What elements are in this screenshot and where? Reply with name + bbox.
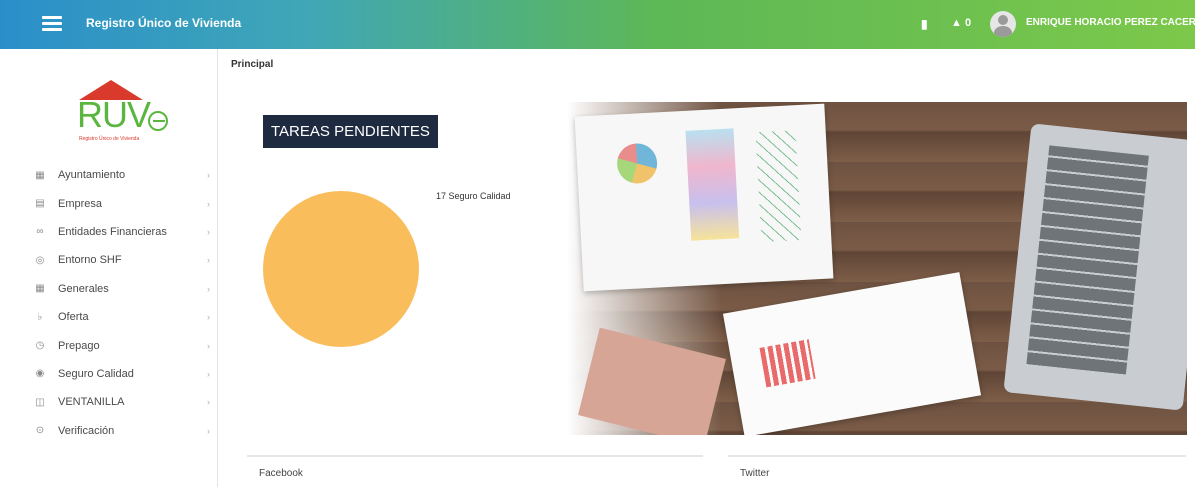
alerts-indicator[interactable]: ▲ 0 [951, 17, 971, 29]
sidebar-item-label: Entorno SHF [58, 254, 122, 267]
facebook-card-title: Facebook [259, 468, 303, 479]
pending-tasks-button[interactable]: TAREAS PENDIENTES [263, 115, 438, 148]
user-name[interactable]: ENRIQUE HORACIO PEREZ CACERES [1026, 17, 1195, 28]
user-avatar[interactable] [990, 11, 1016, 37]
chevron-right-icon: › [207, 170, 210, 181]
sidebar-item-label: Generales [58, 282, 109, 295]
sidebar-item-label: Verificación [58, 424, 115, 437]
sidebar-item-generales[interactable]: ▦ Generales › [0, 275, 218, 303]
ruv-logo[interactable]: RUV Registro Único de Vivienda [75, 80, 185, 150]
pie-legend-label: 17 Seguro Calidad [436, 191, 511, 201]
laptop-image [1003, 123, 1187, 411]
notification-bell-icon[interactable]: ▮ [921, 17, 933, 31]
twitter-card: Twitter [728, 455, 1186, 487]
chevron-right-icon: › [207, 198, 210, 209]
window-icon: ◫ [35, 396, 45, 408]
chevron-right-icon: › [207, 226, 210, 237]
sidebar-item-prepago[interactable]: ◷ Prepago › [0, 331, 218, 359]
sidebar-item-label: Empresa [58, 197, 103, 210]
sidebar-item-ventanilla[interactable]: ◫ VENTANILLA › [0, 388, 218, 416]
check-circle-icon: ⊙ [35, 425, 45, 437]
sidebar-item-empresa[interactable]: ▤ Empresa › [0, 189, 218, 217]
clock-icon: ◷ [35, 340, 45, 352]
sidebar-item-entorno-shf[interactable]: ◎ Entorno SHF › [0, 246, 218, 274]
users-icon: ∞ [36, 226, 44, 238]
sidebar-item-verificacion[interactable]: ⊙ Verificación › [0, 417, 218, 445]
globe-icon: ◎ [35, 254, 45, 266]
sidebar-item-seguro-calidad[interactable]: ◉ Seguro Calidad › [0, 360, 218, 388]
breadcrumb[interactable]: Principal [231, 59, 273, 70]
facebook-card: Facebook [247, 455, 703, 487]
sidebar-item-label: Oferta [58, 311, 89, 324]
chevron-right-icon: › [207, 397, 210, 408]
twitter-card-title: Twitter [740, 468, 770, 479]
briefcase-icon: ▤ [35, 198, 45, 210]
top-bar: Registro Único de Vivienda ▮ ▲ 0 ENRIQUE… [0, 0, 1195, 49]
sidebar-item-oferta[interactable]: ♭ Oferta › [0, 303, 218, 331]
sidebar-item-label: Prepago [58, 339, 100, 352]
hamburger-menu-icon[interactable] [42, 16, 62, 32]
building-icon: ▦ [35, 169, 45, 181]
chevron-right-icon: › [207, 340, 210, 351]
shield-icon: ◉ [35, 368, 45, 380]
chevron-right-icon: › [207, 312, 210, 323]
sidebar: RUV Registro Único de Vivienda ▦ Ayuntam… [0, 49, 218, 487]
sidebar-item-label: Entidades Financieras [58, 225, 167, 238]
pending-tasks-pie-slice[interactable] [263, 191, 419, 347]
sidebar-item-entidades-financieras[interactable]: ∞ Entidades Financieras › [0, 218, 218, 246]
logo-text: RUV [77, 94, 151, 135]
dashboard-hero: TAREAS PENDIENTES 17 Seguro Calidad [247, 102, 1187, 435]
alert-icon: ▲ [951, 17, 962, 29]
grid-icon: ▦ [35, 283, 45, 295]
sidebar-nav: ▦ Ayuntamiento › ▤ Empresa › ∞ Entidades… [0, 161, 218, 445]
logo-tagline: Registro Único de Vivienda [79, 136, 140, 142]
chevron-right-icon: › [207, 368, 210, 379]
sidebar-item-ayuntamiento[interactable]: ▦ Ayuntamiento › [0, 161, 218, 189]
chevron-right-icon: › [207, 255, 210, 266]
app-title: Registro Único de Vivienda [86, 16, 242, 30]
alerts-count: 0 [964, 17, 972, 29]
tag-icon: ♭ [37, 311, 43, 323]
report-paper-image [574, 103, 834, 292]
sidebar-item-label: Seguro Calidad [58, 367, 134, 380]
chevron-right-icon: › [207, 283, 210, 294]
sidebar-item-label: VENTANILLA [58, 396, 125, 409]
sidebar-item-label: Ayuntamiento [58, 169, 126, 182]
chevron-right-icon: › [207, 425, 210, 436]
